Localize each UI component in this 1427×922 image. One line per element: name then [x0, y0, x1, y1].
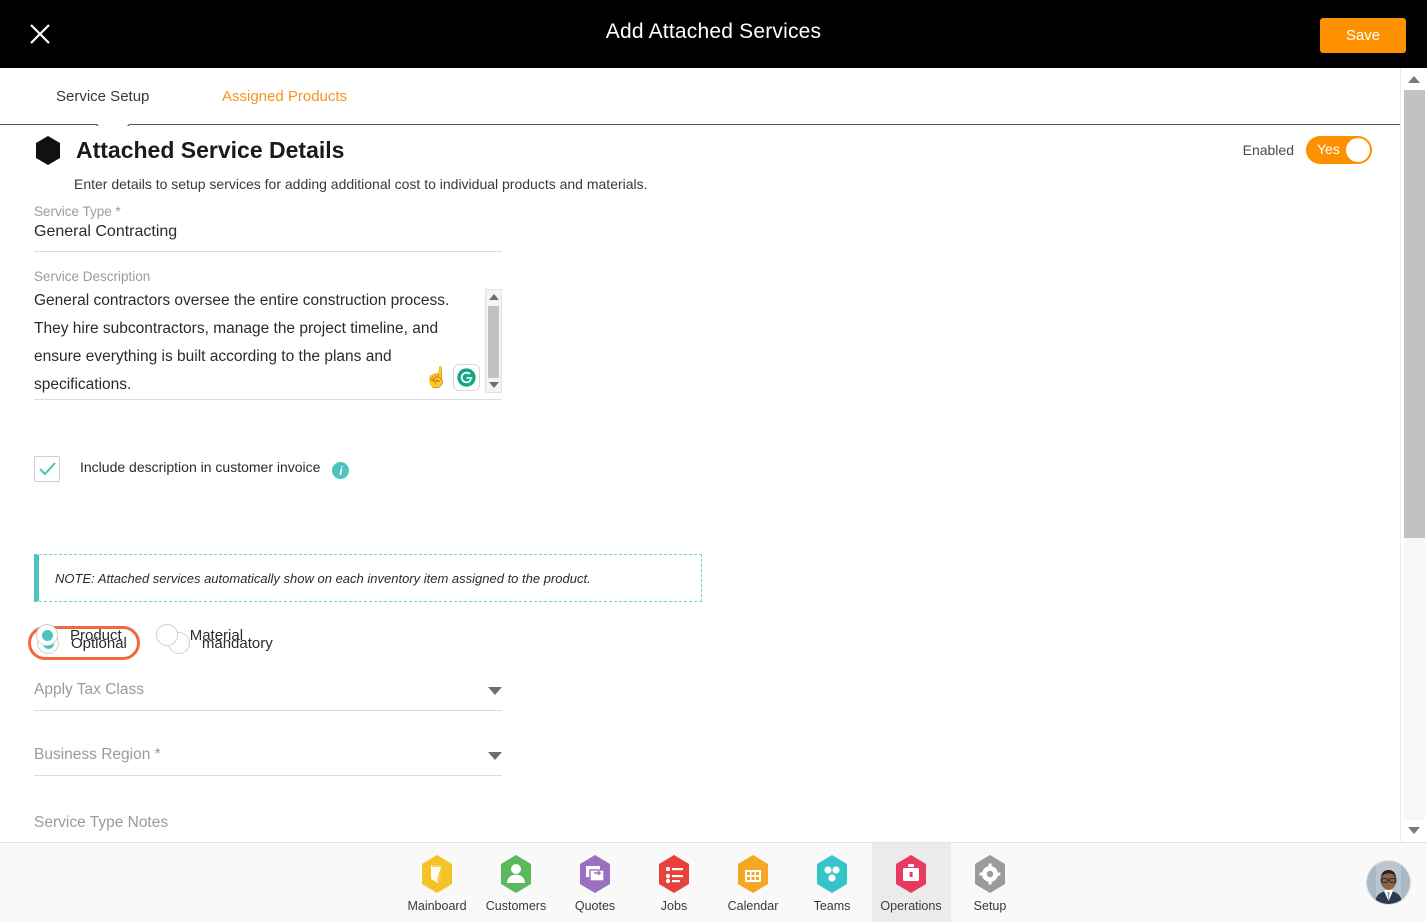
- business-region-label: Business Region *: [34, 746, 161, 763]
- nav-item-label: Quotes: [574, 899, 616, 913]
- person-icon: [501, 855, 531, 893]
- scrollbar-thumb[interactable]: [488, 306, 499, 378]
- nav-item-jobs[interactable]: Jobs: [635, 843, 714, 922]
- scroll-down-icon[interactable]: [1408, 827, 1420, 834]
- modal-header: Add Attached Services Save: [0, 0, 1427, 68]
- nav-item-label: Teams: [813, 899, 851, 913]
- service-type-value: General Contracting: [34, 223, 178, 240]
- assistant-icons: ☝: [424, 364, 480, 391]
- nav-item-label: Calendar: [727, 899, 779, 913]
- nav-item-setup[interactable]: Setup: [951, 843, 1030, 922]
- nav-item-label: Jobs: [660, 899, 688, 913]
- section-subtitle: Enter details to setup services for addi…: [74, 176, 648, 192]
- save-button[interactable]: Save: [1320, 18, 1406, 53]
- scroll-down-icon[interactable]: [489, 382, 499, 388]
- nav-item-operations[interactable]: Operations: [871, 843, 951, 922]
- service-description-value: General contractors oversee the entire c…: [34, 292, 454, 393]
- service-type-label: Service Type *: [34, 204, 121, 219]
- tab-service-setup[interactable]: Service Setup: [56, 88, 149, 105]
- nav-item-label: Setup: [973, 899, 1007, 913]
- info-icon[interactable]: i: [332, 462, 350, 480]
- calendar-icon: [738, 855, 768, 893]
- gear-icon: [975, 855, 1005, 893]
- enabled-toggle-group: Enabled Yes: [1243, 136, 1372, 164]
- enabled-label: Enabled: [1242, 142, 1294, 158]
- service-description-textarea[interactable]: General contractors oversee the entire c…: [34, 287, 502, 397]
- nav-item-label: Customers: [485, 899, 547, 913]
- nav-item-teams[interactable]: Teams: [793, 843, 872, 922]
- mainboard-icon: [422, 855, 452, 893]
- field-underline: [34, 251, 502, 252]
- hexagon-icon: [36, 136, 60, 165]
- radio-dot: [41, 629, 53, 641]
- section-header: Attached Service Details: [34, 135, 344, 166]
- service-type-notes-field[interactable]: Service Type Notes: [34, 814, 168, 832]
- scroll-up-icon[interactable]: [489, 294, 499, 300]
- tab-assigned-products[interactable]: Assigned Products: [222, 88, 347, 105]
- section-title: Attached Service Details: [76, 137, 345, 163]
- chevron-down-icon[interactable]: [488, 752, 502, 760]
- select-underline: [34, 775, 502, 776]
- scrollbar-thumb[interactable]: [1404, 90, 1425, 538]
- radio-product[interactable]: [36, 624, 58, 646]
- business-region-select[interactable]: Business Region *: [34, 746, 502, 776]
- radio-product-label: Product: [70, 626, 122, 644]
- nav-item-list: Mainboard Customers Quotes Jobs Calendar Team…: [0, 843, 1427, 922]
- include-description-row: Include description in customer invoice …: [34, 456, 350, 482]
- radio-material[interactable]: [155, 624, 178, 646]
- textarea-underline: [34, 399, 502, 400]
- tab-bar: Service Setup Assigned Products: [0, 68, 1400, 141]
- service-description-field: Service Description General contractors …: [34, 269, 502, 400]
- avatar[interactable]: [1366, 860, 1411, 905]
- applies-to-radio-group: Product Material: [36, 624, 243, 646]
- nav-item-calendar[interactable]: Calendar: [714, 843, 793, 922]
- nav-item-customers[interactable]: Customers: [477, 843, 556, 922]
- tab-divider: [0, 124, 1400, 125]
- list-icon: [659, 855, 689, 893]
- nav-item-label: Mainboard: [407, 899, 467, 913]
- chevron-down-icon[interactable]: [488, 687, 502, 695]
- app-root: Add Attached Services Save Service Setup…: [0, 0, 1427, 922]
- apply-tax-class-select[interactable]: Apply Tax Class: [34, 681, 502, 711]
- pointing-hand-icon: ☝: [424, 366, 449, 389]
- include-description-label: Include description in customer invoice …: [80, 458, 350, 480]
- service-type-field[interactable]: Service Type * General Contracting: [34, 204, 502, 252]
- enabled-toggle[interactable]: Yes: [1306, 136, 1372, 164]
- scroll-up-icon[interactable]: [1408, 76, 1420, 83]
- nav-item-quotes[interactable]: Quotes: [556, 843, 635, 922]
- grammarly-icon[interactable]: [453, 364, 480, 391]
- briefcase-icon: [896, 855, 926, 893]
- page-title: Add Attached Services: [605, 20, 822, 43]
- radio-material-item[interactable]: Material: [155, 624, 244, 646]
- bottom-navigation: Mainboard Customers Quotes Jobs Calendar Team…: [0, 842, 1427, 922]
- toggle-knob: [1346, 138, 1370, 162]
- toggle-value-label: Yes: [1317, 141, 1340, 157]
- textarea-scrollbar[interactable]: [485, 289, 502, 393]
- form-content: Attached Service Details Enter details t…: [0, 126, 1400, 842]
- select-underline: [34, 710, 502, 711]
- include-description-text: Include description in customer invoice: [80, 458, 321, 475]
- quotes-icon: [580, 855, 610, 893]
- page-scrollbar[interactable]: [1400, 68, 1427, 842]
- radio-product-item[interactable]: Product: [36, 624, 122, 646]
- radio-material-label: Material: [189, 626, 244, 644]
- nav-item-label: Operations: [880, 899, 942, 913]
- include-description-checkbox[interactable]: [34, 456, 60, 482]
- teams-icon: [817, 855, 847, 893]
- service-description-label: Service Description: [34, 269, 151, 284]
- nav-item-mainboard[interactable]: Mainboard: [398, 843, 477, 922]
- note-text: NOTE: Attached services automatically sh…: [55, 570, 591, 586]
- apply-tax-class-label: Apply Tax Class: [34, 681, 144, 698]
- note-callout: NOTE: Attached services automatically sh…: [34, 554, 702, 602]
